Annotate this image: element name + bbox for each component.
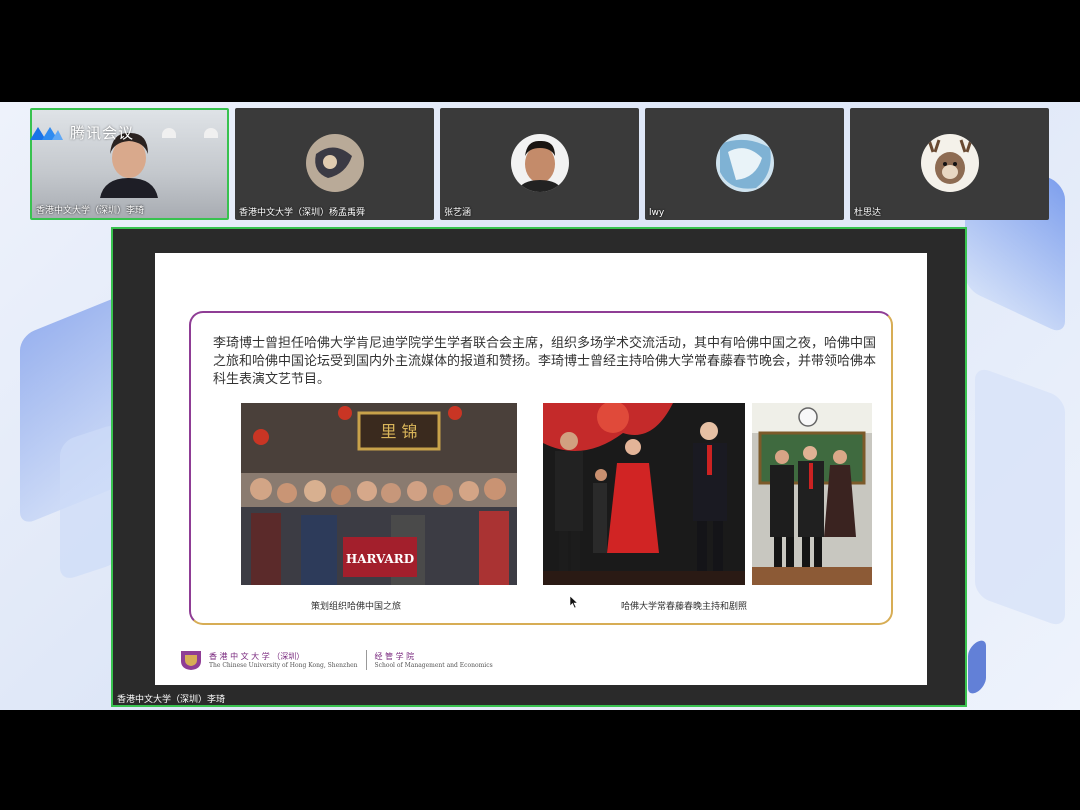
screen-share-area[interactable]: 李琦博士曾担任哈佛大学肯尼迪学院学生学者联合会主席，组织多场学术交流活动，其中有… (111, 227, 967, 707)
avatar (920, 134, 979, 192)
slide-paragraph: 李琦博士曾担任哈佛大学肯尼迪学院学生学者联合会主席，组织多场学术交流活动，其中有… (213, 336, 877, 387)
photo-harvard-china-trip: 里 锦 HARVARD (241, 403, 517, 585)
participant-tile[interactable]: 张艺涵 (440, 108, 639, 220)
slide-footer: 香 港 中 文 大 学 （深圳） The Chinese University … (179, 649, 493, 671)
school-name-en: The Chinese University of Hong Kong, She… (209, 662, 358, 669)
dept-name-cn: 经 管 学 院 (374, 652, 415, 661)
participant-name: 张艺涵 (444, 208, 472, 218)
sharer-name: 香港中文大学（深圳）李琦 (117, 695, 226, 705)
harvard-banner-text: HARVARD (346, 552, 414, 566)
photo-spring-gala-hosts (543, 403, 745, 585)
photo-caption-left: 策划组织哈佛中国之旅 (311, 602, 402, 612)
participant-tile[interactable]: 杜思达 (850, 108, 1049, 220)
presentation-slide: 李琦博士曾担任哈佛大学肯尼迪学院学生学者联合会主席，组织多场学术交流活动，其中有… (155, 253, 927, 685)
sign-text: 里 锦 (380, 422, 417, 441)
avatar (510, 134, 569, 192)
photo-caption-right: 哈佛大学常春藤春晚主持和剧照 (621, 602, 748, 612)
participant-tile[interactable]: lwy (645, 108, 844, 220)
participant-tile[interactable]: 香港中文大学（深圳）杨孟禹舜 (235, 108, 434, 220)
participant-name: 香港中文大学（深圳）李琦 (36, 206, 145, 216)
meeting-stage: 香港中文大学（深圳）李琦 香港中文大学（深圳）杨孟禹舜 张艺涵 lwy 杜思达 (0, 102, 1080, 710)
avatar (305, 134, 364, 192)
app-name: 腾讯会议 (70, 124, 135, 142)
slide-content-box: 李琦博士曾担任哈佛大学肯尼迪学院学生学者联合会主席，组织多场学术交流活动，其中有… (189, 311, 893, 625)
university-crest-icon (181, 651, 201, 670)
participant-name: 杜思达 (854, 208, 882, 218)
participant-name: lwy (649, 208, 665, 218)
photo-spring-gala-performance (752, 403, 872, 585)
participant-name: 香港中文大学（深圳）杨孟禹舜 (239, 208, 366, 218)
mouse-cursor-icon (570, 596, 578, 608)
avatar (715, 134, 774, 192)
app-logo: 腾讯会议 (28, 122, 134, 143)
school-name-cn: 香 港 中 文 大 学 （深圳） (209, 652, 305, 661)
tencent-meeting-icon (30, 126, 63, 140)
participant-strip: 香港中文大学（深圳）李琦 香港中文大学（深圳）杨孟禹舜 张艺涵 lwy 杜思达 (30, 108, 1049, 220)
dept-name-en: School of Management and Economics (374, 662, 493, 669)
